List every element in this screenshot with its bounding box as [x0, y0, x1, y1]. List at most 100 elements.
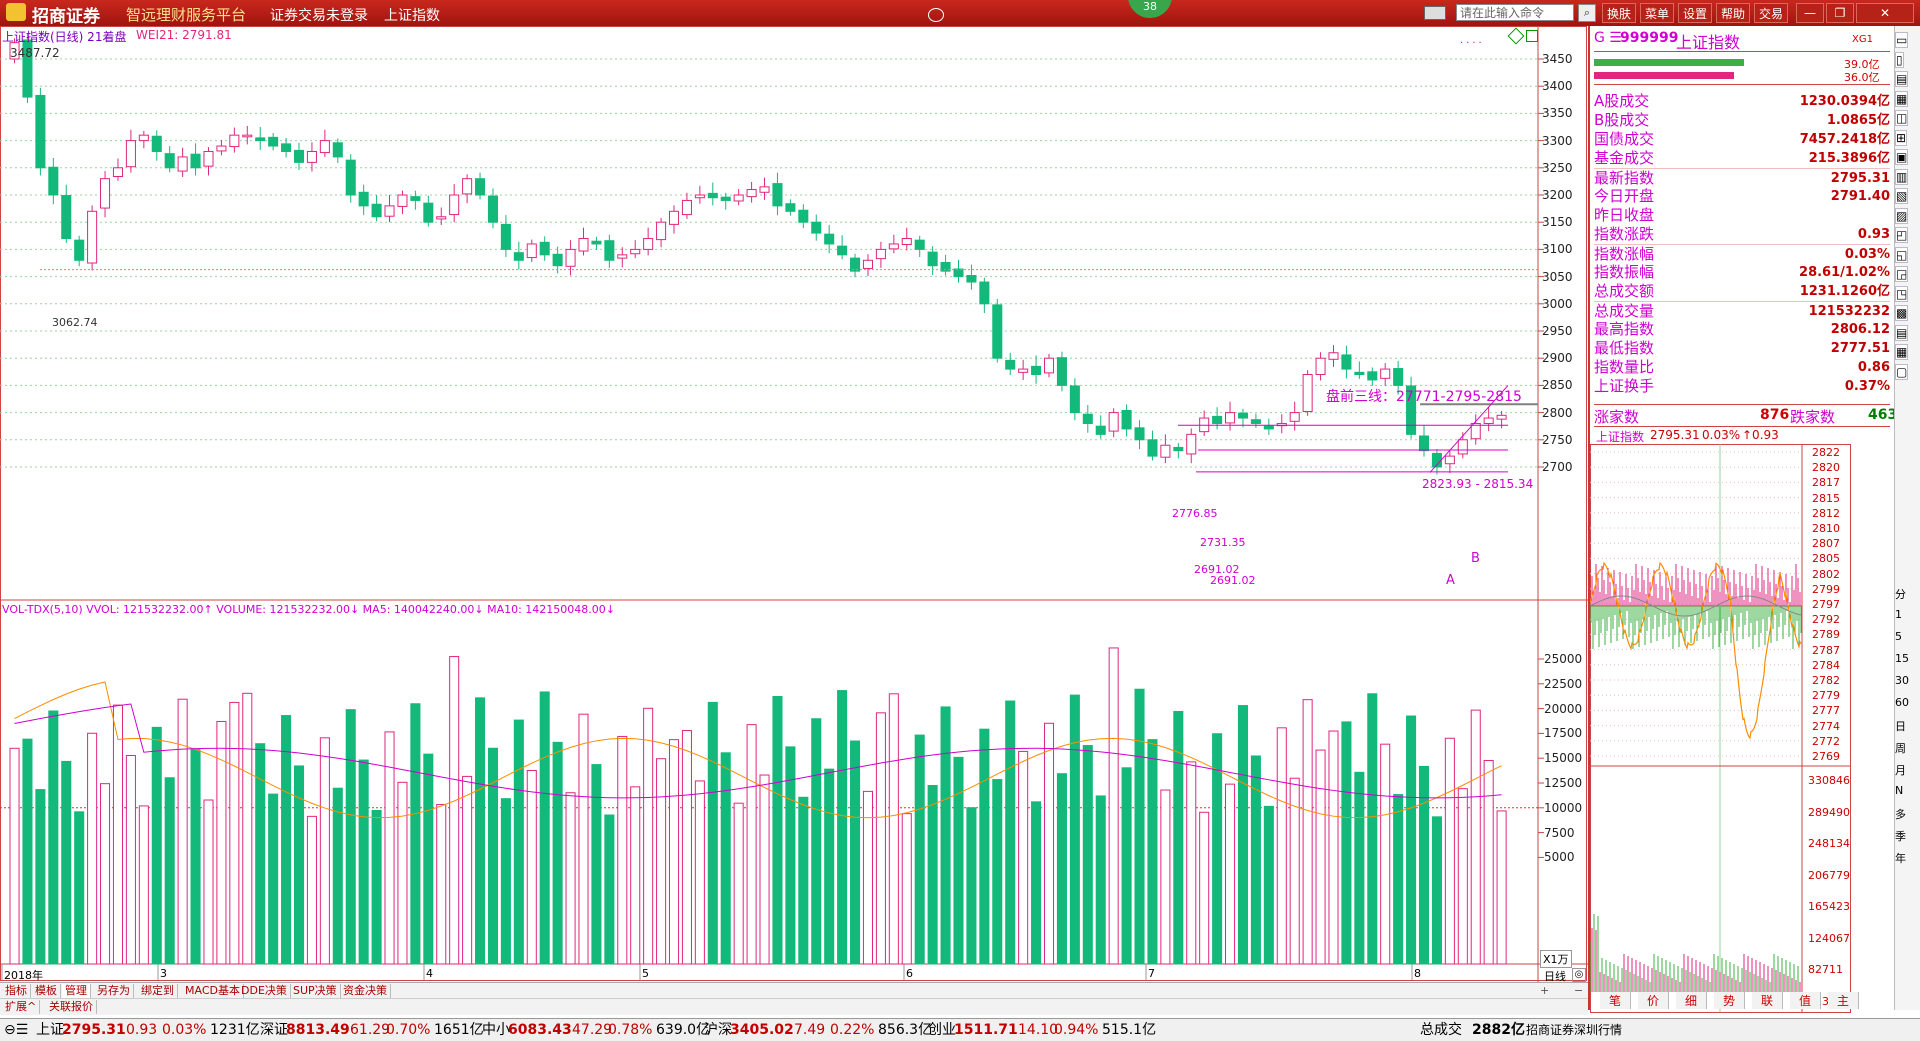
- volume-bar: [1444, 737, 1455, 965]
- tab-dde[interactable]: DDE决策: [238, 984, 291, 998]
- mini-tab[interactable]: 联: [1752, 992, 1783, 1009]
- tab-related-quotes[interactable]: 关联报价: [46, 1000, 97, 1014]
- menu-skin[interactable]: 换肤: [1602, 3, 1637, 23]
- title-bar: 招商证券 智远理财服务平台 证券交易未登录 上证指数 38 请在此输入命令 ⌕ …: [0, 0, 1920, 27]
- quote-row-label: 指数振幅: [1594, 263, 1655, 281]
- period-tool[interactable]: 分: [1895, 586, 1906, 602]
- mini-y-tick: 2802: [1812, 567, 1840, 581]
- status-name[interactable]: 沪深: [704, 1019, 732, 1041]
- volume-bar: [979, 728, 990, 965]
- menu-trade[interactable]: 交易: [1754, 3, 1789, 23]
- keyboard-icon[interactable]: [1424, 6, 1446, 20]
- status-name[interactable]: 中小: [482, 1019, 510, 1041]
- tool-icon[interactable]: ▭: [1895, 32, 1909, 48]
- panel-tag[interactable]: XG1: [1852, 34, 1873, 45]
- volume-bar: [1367, 693, 1378, 965]
- volume-y-tick: 17500: [1544, 726, 1583, 741]
- tool-icon[interactable]: ▤: [1895, 324, 1909, 341]
- candle-body: [1393, 368, 1404, 386]
- tab-fund[interactable]: 资金决策: [340, 984, 391, 998]
- tab-bind-to[interactable]: 绑定到: [138, 984, 178, 998]
- mini-vol-tick: 124067: [1808, 931, 1850, 945]
- menu-help[interactable]: 帮助: [1716, 3, 1751, 23]
- tool-icon[interactable]: ⊞: [1895, 129, 1908, 146]
- command-input[interactable]: 请在此输入命令: [1456, 4, 1574, 21]
- up-count: 876: [1760, 407, 1790, 423]
- tab-manage[interactable]: 管理: [62, 984, 91, 998]
- status-name[interactable]: 上证: [36, 1019, 64, 1041]
- period-tool[interactable]: 15: [1895, 652, 1909, 665]
- mini-tab[interactable]: 值: [1790, 992, 1821, 1009]
- tool-icon[interactable]: ▯: [1895, 51, 1904, 68]
- minimize-button[interactable]: —: [1796, 3, 1824, 23]
- login-status[interactable]: 证券交易未登录: [270, 5, 368, 25]
- tab-indicator[interactable]: 指标: [2, 984, 31, 998]
- period-tool[interactable]: 多: [1895, 806, 1906, 822]
- mini-y-tick: 2789: [1812, 628, 1840, 642]
- tab-macd[interactable]: MACD基本: [182, 984, 244, 998]
- tab-add-icon[interactable]: +: [1540, 984, 1549, 997]
- mini-tab[interactable]: 价: [1638, 992, 1669, 1009]
- period-tool[interactable]: 60: [1895, 696, 1909, 709]
- period-tool[interactable]: N: [1895, 784, 1903, 797]
- tab-save-as[interactable]: 另存为: [94, 984, 134, 998]
- square-icon[interactable]: [1526, 30, 1538, 42]
- tab-expand[interactable]: 扩展^: [2, 1000, 41, 1014]
- tool-icon[interactable]: ◫: [1895, 110, 1909, 126]
- kline-y-tick: 2950: [1542, 324, 1573, 338]
- tool-icon[interactable]: ▥: [1895, 168, 1909, 185]
- tab-template[interactable]: 模板: [32, 984, 61, 998]
- period-tool[interactable]: 30: [1895, 674, 1909, 687]
- quote-row-value: 28.61/1.02%: [1799, 265, 1890, 280]
- mini-tab[interactable]: 势: [1714, 992, 1745, 1009]
- status-name[interactable]: 创业: [928, 1019, 956, 1041]
- tool-icon[interactable]: ◰: [1895, 227, 1909, 243]
- tool-icon[interactable]: ▩: [1895, 305, 1909, 321]
- premarket-note: 盘前三线：27771-2795-2815: [1326, 389, 1522, 405]
- mini-vol-tick: 330846: [1808, 774, 1850, 787]
- quote-panel: G ☰ 999999 上证指数 XG1 39.0亿 36.0亿 A股成交 1230…: [1588, 26, 1897, 1013]
- menu-settings[interactable]: 设置: [1678, 3, 1713, 23]
- volume-bar: [177, 698, 188, 965]
- status-name[interactable]: 深证: [260, 1019, 288, 1041]
- tool-icon[interactable]: ▣: [1895, 149, 1909, 165]
- tab-minus-icon[interactable]: −: [1574, 984, 1583, 997]
- period-tool[interactable]: 季: [1895, 828, 1906, 844]
- menu-main[interactable]: 菜单: [1640, 3, 1675, 23]
- tool-icon[interactable]: ◱: [1895, 246, 1909, 263]
- volume-bar: [1406, 715, 1417, 965]
- chart-area[interactable]: 上证指数(日线) 21着盘 WEI21: 2791.81 3487.72 306…: [0, 26, 1588, 1010]
- zoom-icon[interactable]: ◎: [1572, 968, 1586, 982]
- period-tool[interactable]: 1: [1895, 608, 1902, 621]
- candle-body: [1237, 412, 1248, 419]
- collapse-icon[interactable]: [928, 8, 944, 22]
- volume-bar: [1393, 794, 1404, 965]
- maximize-button[interactable]: ❐: [1826, 3, 1854, 23]
- period-tool[interactable]: 年: [1895, 850, 1906, 866]
- tool-icon[interactable]: ▢: [1895, 363, 1909, 380]
- notification-badge[interactable]: 38: [1128, 0, 1172, 18]
- volume-bar: [255, 743, 266, 965]
- kline-volume-chart[interactable]: [0, 26, 1588, 982]
- close-button[interactable]: ✕: [1856, 3, 1914, 23]
- tool-icon[interactable]: ▦: [1895, 344, 1909, 360]
- period-tool[interactable]: 月: [1895, 762, 1906, 778]
- tool-icon[interactable]: ▦: [1895, 90, 1909, 107]
- period-tool[interactable]: 周: [1895, 740, 1906, 756]
- tab-sup[interactable]: SUP决策: [290, 984, 341, 998]
- mini-tab[interactable]: 细: [1676, 992, 1707, 1009]
- mini-tab[interactable]: 主: [1828, 992, 1859, 1009]
- tool-icon[interactable]: ▧: [1895, 188, 1909, 204]
- volume-bar: [151, 726, 162, 965]
- tool-icon[interactable]: ◲: [1895, 266, 1909, 282]
- mini-tab[interactable]: 笔: [1600, 992, 1631, 1009]
- tool-icon[interactable]: ▤: [1895, 71, 1909, 87]
- tool-icon[interactable]: ▨: [1895, 207, 1909, 224]
- volume-bar: [966, 807, 977, 965]
- search-icon[interactable]: ⌕: [1578, 4, 1596, 22]
- candle-body: [1212, 415, 1223, 424]
- period-tool[interactable]: 5: [1895, 630, 1902, 643]
- start-icon[interactable]: ⊖☰: [4, 1019, 28, 1041]
- tool-icon[interactable]: ◳: [1895, 285, 1909, 302]
- period-tool[interactable]: 日: [1895, 718, 1906, 734]
